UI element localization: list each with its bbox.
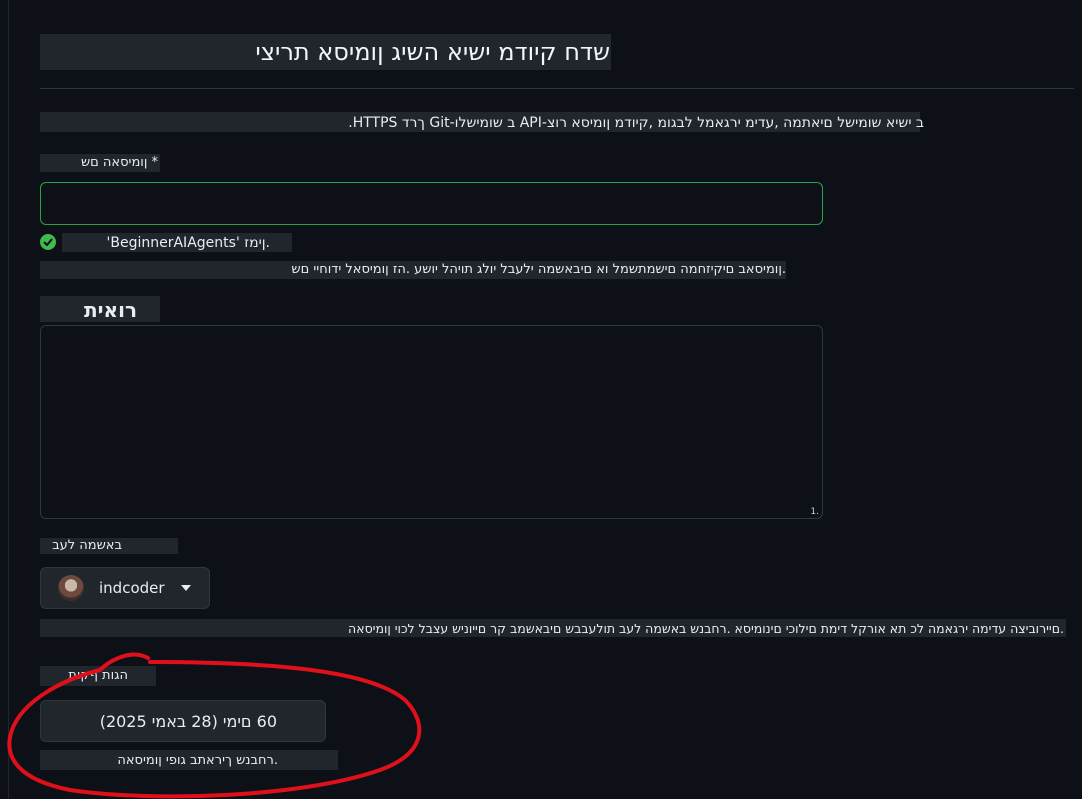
token-name-input[interactable] <box>40 182 823 225</box>
title-divider <box>40 88 1074 89</box>
owner-help-text: .םיירוביצה עדימה ירגאמה לכ תא אורקל דימת… <box>348 621 1064 636</box>
owner-label: באשמה לעב <box>52 538 122 553</box>
page-title: שדח קיודמ ישיא השיג ןומיסא תריצי <box>255 38 610 66</box>
description-label: רואית <box>83 298 137 322</box>
caret-down-icon <box>181 585 191 591</box>
owner-select-button[interactable]: indcoder <box>40 567 210 609</box>
name-label: * ןומיסאה םש <box>80 155 158 170</box>
owner-value: indcoder <box>99 579 165 597</box>
description-textarea[interactable]: 1. <box>40 325 823 519</box>
check-circle-icon <box>40 234 56 250</box>
avatar <box>58 575 84 601</box>
red-circle-annotation <box>7 652 422 799</box>
intro-text: ב ישיא שומישל םיאתמה ,עדימ ירגאמל לבגומ … <box>348 115 924 131</box>
name-status-text: .ןימז 'BeginnerAIAgents' <box>106 235 270 251</box>
resize-handle[interactable]: 1. <box>810 507 819 517</box>
name-help-text: .ןומיסאב םיקיזחמה םישמתשמל וא םיבאשמה יל… <box>291 262 786 277</box>
